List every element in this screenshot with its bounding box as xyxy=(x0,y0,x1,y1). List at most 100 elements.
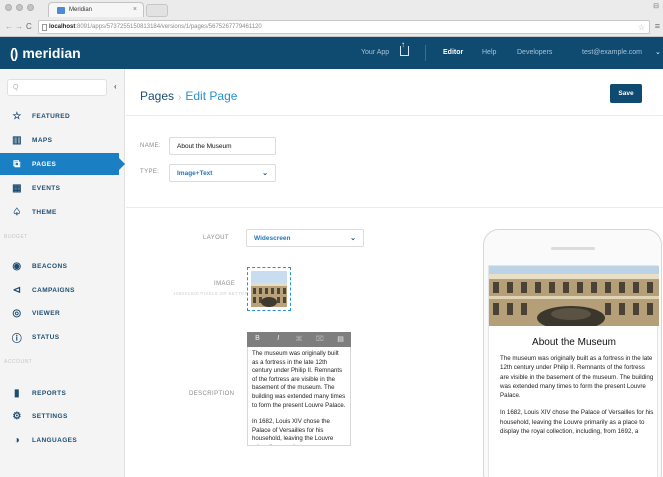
layout-select[interactable]: Widescreen ⌄ xyxy=(246,229,364,247)
bold-button[interactable]: B xyxy=(247,332,268,347)
image-upload-thumbnail[interactable] xyxy=(247,267,291,311)
browser-menu-icon[interactable]: ≡ xyxy=(655,21,660,31)
sidebar-item-label: REPORTS xyxy=(32,389,67,397)
layout-select-value: Widescreen xyxy=(254,235,291,242)
sidebar: Q ‹ ☆ FEATURED ▥ MAPS ⧉ PAGES ▦ EVENTS ♤… xyxy=(0,69,125,477)
page-icon xyxy=(42,24,47,31)
back-icon[interactable]: ← xyxy=(5,22,13,31)
image-label: IMAGE xyxy=(214,281,236,287)
link-button[interactable]: ⌘ xyxy=(289,332,310,347)
tab-title: Meridian xyxy=(69,7,93,13)
megaphone-icon: ⊲ xyxy=(12,284,22,296)
nav-divider xyxy=(425,45,426,61)
sidebar-item-label: SETTINGS xyxy=(32,412,68,420)
editor-paragraph: In 1682, Louis XIV chose the Palace of V… xyxy=(252,418,334,445)
preview-paragraph: In 1682, Louis XIV chose the Palace of V… xyxy=(500,409,654,436)
calendar-icon: ▦ xyxy=(12,182,22,194)
chevron-down-icon: ⌄ xyxy=(350,235,356,242)
bar-chart-icon: ▮ xyxy=(14,387,20,399)
sidebar-item-maps[interactable]: ▥ MAPS xyxy=(0,129,125,151)
forward-icon[interactable]: → xyxy=(15,22,23,31)
layout-label: LAYOUT xyxy=(203,235,229,241)
sidebar-item-status[interactable]: ⓘ STATUS xyxy=(0,326,125,348)
nav-editor[interactable]: Editor xyxy=(443,49,463,56)
phone-preview: About the Museum The museum was original… xyxy=(483,229,662,477)
save-button[interactable]: Save xyxy=(610,84,642,103)
sidebar-item-theme[interactable]: ♤ THEME xyxy=(0,201,125,223)
chevron-down-icon: ⌄ xyxy=(262,170,268,177)
sidebar-search-input[interactable]: Q xyxy=(7,79,107,96)
nav-help[interactable]: Help xyxy=(482,49,496,56)
phone-screen: About the Museum The museum was original… xyxy=(488,265,659,477)
collapse-sidebar-icon[interactable]: ‹ xyxy=(114,82,117,91)
sidebar-item-label: LANGUAGES xyxy=(32,436,78,444)
browser-tab[interactable]: Meridian × xyxy=(48,2,144,17)
sidebar-item-events[interactable]: ▦ EVENTS xyxy=(0,177,125,199)
sidebar-item-label: MAPS xyxy=(32,136,53,144)
new-tab-button[interactable] xyxy=(146,4,168,17)
nav-account[interactable]: test@example.com xyxy=(582,49,642,56)
nav-your-app[interactable]: Your App xyxy=(361,49,389,56)
sidebar-item-featured[interactable]: ☆ FEATURED xyxy=(0,105,125,127)
type-label: TYPE: xyxy=(140,169,160,175)
sidebar-item-languages[interactable]: ◑ LANGUAGES xyxy=(0,429,125,451)
sidebar-item-campaigns[interactable]: ⊲ CAMPAIGNS xyxy=(0,279,125,301)
divider xyxy=(126,207,663,208)
breadcrumb: Pages › Edit Page xyxy=(140,89,237,103)
close-window-button[interactable] xyxy=(5,4,12,11)
sidebar-item-beacons[interactable]: ◉ BEACONS xyxy=(0,255,125,277)
preview-title: About the Museum xyxy=(532,337,616,348)
map-icon: ▥ xyxy=(12,134,22,146)
reload-icon[interactable]: C xyxy=(26,22,32,31)
address-bar[interactable]: localhost:8091/apps/5737255150813184/ver… xyxy=(38,20,650,34)
url-host: localhost xyxy=(49,24,76,30)
gear-icon: ⚙ xyxy=(12,410,22,422)
name-field[interactable]: About the Museum xyxy=(169,137,276,155)
browser-chrome: Meridian × ⊟ ← → C localhost:8091/apps/5… xyxy=(0,0,663,37)
sidebar-item-label: THEME xyxy=(32,208,57,216)
main-content: Pages › Edit Page Save NAME: About the Mus… xyxy=(126,69,663,477)
share-icon[interactable] xyxy=(400,40,409,56)
unlink-button[interactable]: ⌧ xyxy=(309,332,330,347)
section-budget: BUDGET xyxy=(4,234,28,240)
maximize-window-button[interactable] xyxy=(27,4,34,11)
description-editor[interactable]: The museum was originally built as a for… xyxy=(247,347,351,446)
breadcrumb-pages-link[interactable]: Pages xyxy=(140,89,174,103)
location-pin-icon: ◉ xyxy=(12,260,22,272)
bookmark-star-icon[interactable]: ☆ xyxy=(638,23,645,32)
italic-button[interactable]: I xyxy=(268,332,289,347)
museum-thumbnail-image xyxy=(251,271,287,307)
user-profile-icon[interactable]: ⊟ xyxy=(653,2,659,10)
pages-icon: ⧉ xyxy=(13,158,21,170)
sidebar-item-label: STATUS xyxy=(32,333,60,341)
chevron-down-icon[interactable]: ⌄ xyxy=(655,48,661,56)
name-label: NAME: xyxy=(140,143,162,149)
nav-developers[interactable]: Developers xyxy=(517,49,552,56)
preview-paragraph: The museum was originally built as a for… xyxy=(500,355,654,400)
star-icon: ☆ xyxy=(12,110,22,122)
section-account: ACCOUNT xyxy=(4,359,33,365)
minimize-window-button[interactable] xyxy=(16,4,23,11)
brand-logo[interactable]: () meridian xyxy=(10,45,81,61)
type-select[interactable]: Image+Text ⌄ xyxy=(169,164,276,182)
close-icon[interactable]: × xyxy=(133,6,137,13)
sidebar-item-label: FEATURED xyxy=(32,112,71,120)
brand-name: meridian xyxy=(22,45,81,61)
image-size-hint: 1080X1920 PIXELS OR BETTER xyxy=(173,291,248,296)
description-label: DESCRIPTION xyxy=(189,391,235,397)
preview-body: The museum was originally built as a for… xyxy=(500,354,654,444)
window-controls xyxy=(5,4,34,11)
sidebar-item-label: PAGES xyxy=(32,160,57,168)
source-button[interactable]: ▤ xyxy=(330,332,351,347)
divider xyxy=(126,115,663,116)
sidebar-item-label: CAMPAIGNS xyxy=(32,286,75,294)
info-icon: ⓘ xyxy=(11,333,23,345)
sidebar-item-pages[interactable]: ⧉ PAGES xyxy=(0,153,125,175)
app-header: () meridian Your App Editor Help Develop… xyxy=(0,37,663,69)
breadcrumb-separator: › xyxy=(178,92,182,103)
editor-toolbar: B I ⌘ ⌧ ▤ xyxy=(247,332,351,347)
sidebar-item-reports[interactable]: ▮ REPORTS xyxy=(0,382,125,404)
phone-speaker xyxy=(551,247,595,250)
sidebar-item-viewer[interactable]: ◎ VIEWER xyxy=(0,302,125,324)
sidebar-item-settings[interactable]: ⚙ SETTINGS xyxy=(0,405,125,427)
